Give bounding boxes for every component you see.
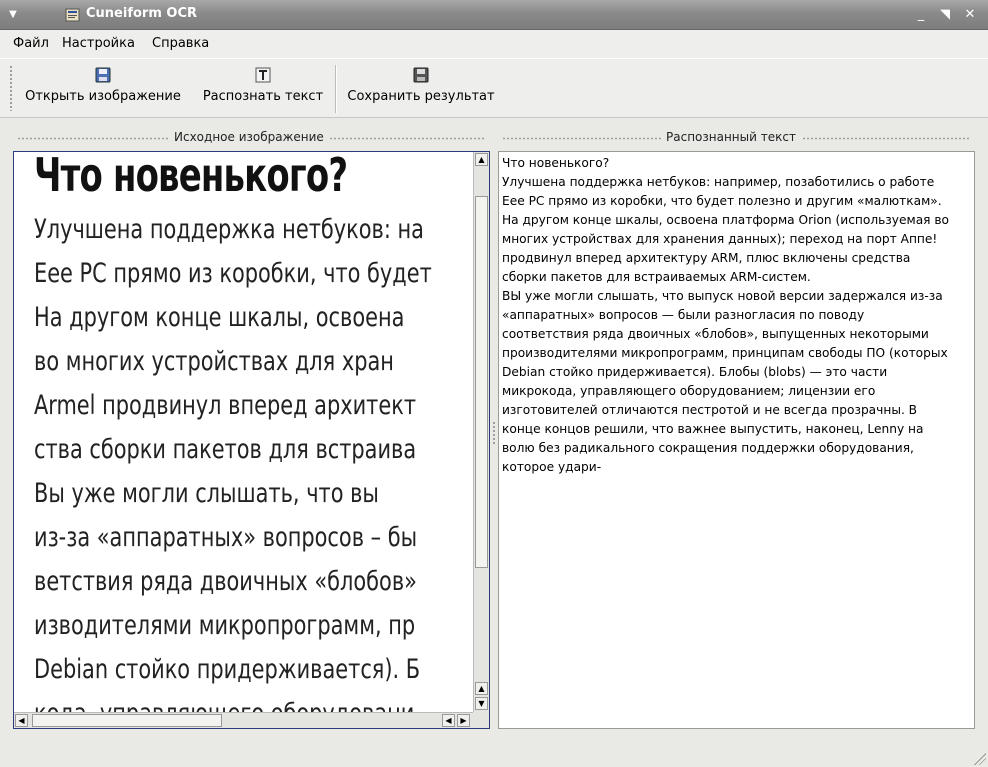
save-result-label: Сохранить результат xyxy=(347,89,495,104)
scan-line: Вы уже могли слышать, что вы xyxy=(34,478,379,509)
recognize-text-label: Распознать текст xyxy=(202,89,324,104)
scan-line: ветствия ряда двоичных «блобов» xyxy=(34,566,417,597)
source-image-header: Исходное изображение xyxy=(13,130,490,146)
scan-line: Debian стойко придерживается). Б xyxy=(34,654,421,685)
scan-heading: Что новенького? xyxy=(34,152,348,202)
floppy-save-icon xyxy=(413,67,429,83)
maximize-icon[interactable]: ◥ xyxy=(936,6,954,24)
menu-settings[interactable]: Настройка xyxy=(62,36,135,51)
splitter-grip[interactable] xyxy=(492,421,496,445)
scan-line: Улучшена поддержка нетбуков: на xyxy=(34,214,424,245)
scan-line: во многих устройствах для хран xyxy=(34,346,394,377)
scan-line: Eee PC прямо из коробки, что будет xyxy=(34,258,432,289)
scroll-right-icon[interactable]: ▶ xyxy=(457,714,470,727)
recognized-text-title: Распознанный текст xyxy=(661,130,801,144)
close-icon[interactable]: ✕ xyxy=(961,6,979,24)
scroll-left-icon[interactable]: ◀ xyxy=(442,714,455,727)
scroll-left-icon[interactable]: ◀ xyxy=(15,714,28,727)
scroll-up-icon[interactable]: ▲ xyxy=(475,682,488,695)
scan-line: Armel продвинул вперед архитект xyxy=(34,390,416,421)
recognized-text-content[interactable]: Что новенького? Улучшена поддержка нетбу… xyxy=(502,154,974,477)
recognized-text-header: Распознанный текст xyxy=(498,130,975,146)
scan-line: ства сборки пакетов для встраива xyxy=(34,434,417,465)
scan-line: из-за «аппаратных» вопросов – бы xyxy=(34,522,418,553)
scroll-down-icon[interactable]: ▼ xyxy=(475,697,488,710)
toolbar: Открыть изображение Распознать текст Сох… xyxy=(0,58,988,118)
menu-bar: Файл Настройка Справка xyxy=(0,30,988,58)
open-image-label: Открыть изображение xyxy=(25,89,181,104)
image-vertical-scrollbar[interactable]: ▲ ▲ ▼ xyxy=(473,152,489,714)
menu-file[interactable]: Файл xyxy=(13,36,49,51)
vertical-scroll-thumb[interactable] xyxy=(475,196,488,568)
toolbar-grip[interactable] xyxy=(9,65,13,111)
window-title: Cuneiform OCR xyxy=(86,6,197,21)
window-menu-chevron-down-icon[interactable]: ▼ xyxy=(6,8,20,22)
text-recognize-icon xyxy=(255,67,271,83)
menu-help[interactable]: Справка xyxy=(152,36,209,51)
app-icon xyxy=(65,8,80,22)
minimize-icon[interactable]: _ xyxy=(912,6,930,24)
horizontal-scroll-thumb[interactable] xyxy=(32,714,222,727)
pane-splitter[interactable] xyxy=(492,151,496,729)
save-result-button[interactable]: Сохранить результат xyxy=(345,63,497,113)
open-image-button[interactable]: Открыть изображение xyxy=(22,63,184,113)
image-horizontal-scrollbar[interactable]: ◀ ◀ ▶ xyxy=(14,712,474,728)
floppy-open-icon xyxy=(95,67,111,83)
window-resize-grip[interactable] xyxy=(974,753,986,765)
recognize-text-button[interactable]: Распознать текст xyxy=(198,63,328,113)
recognized-text-area[interactable]: Что новенького? Улучшена поддержка нетбу… xyxy=(498,151,975,729)
scan-line: изводителями микропрограмм, пр xyxy=(34,610,416,641)
scroll-up-icon[interactable]: ▲ xyxy=(475,153,488,166)
source-image-title: Исходное изображение xyxy=(169,130,329,144)
toolbar-separator xyxy=(335,65,337,113)
scan-line: На другом конце шкалы, освоена xyxy=(34,302,405,333)
scanned-page-image: Что новенького? Улучшена поддержка нетбу… xyxy=(14,152,474,714)
source-image-view[interactable]: Что новенького? Улучшена поддержка нетбу… xyxy=(13,151,490,729)
scroll-corner xyxy=(473,712,489,728)
title-bar: ▼ Cuneiform OCR _ ◥ ✕ xyxy=(0,0,988,30)
